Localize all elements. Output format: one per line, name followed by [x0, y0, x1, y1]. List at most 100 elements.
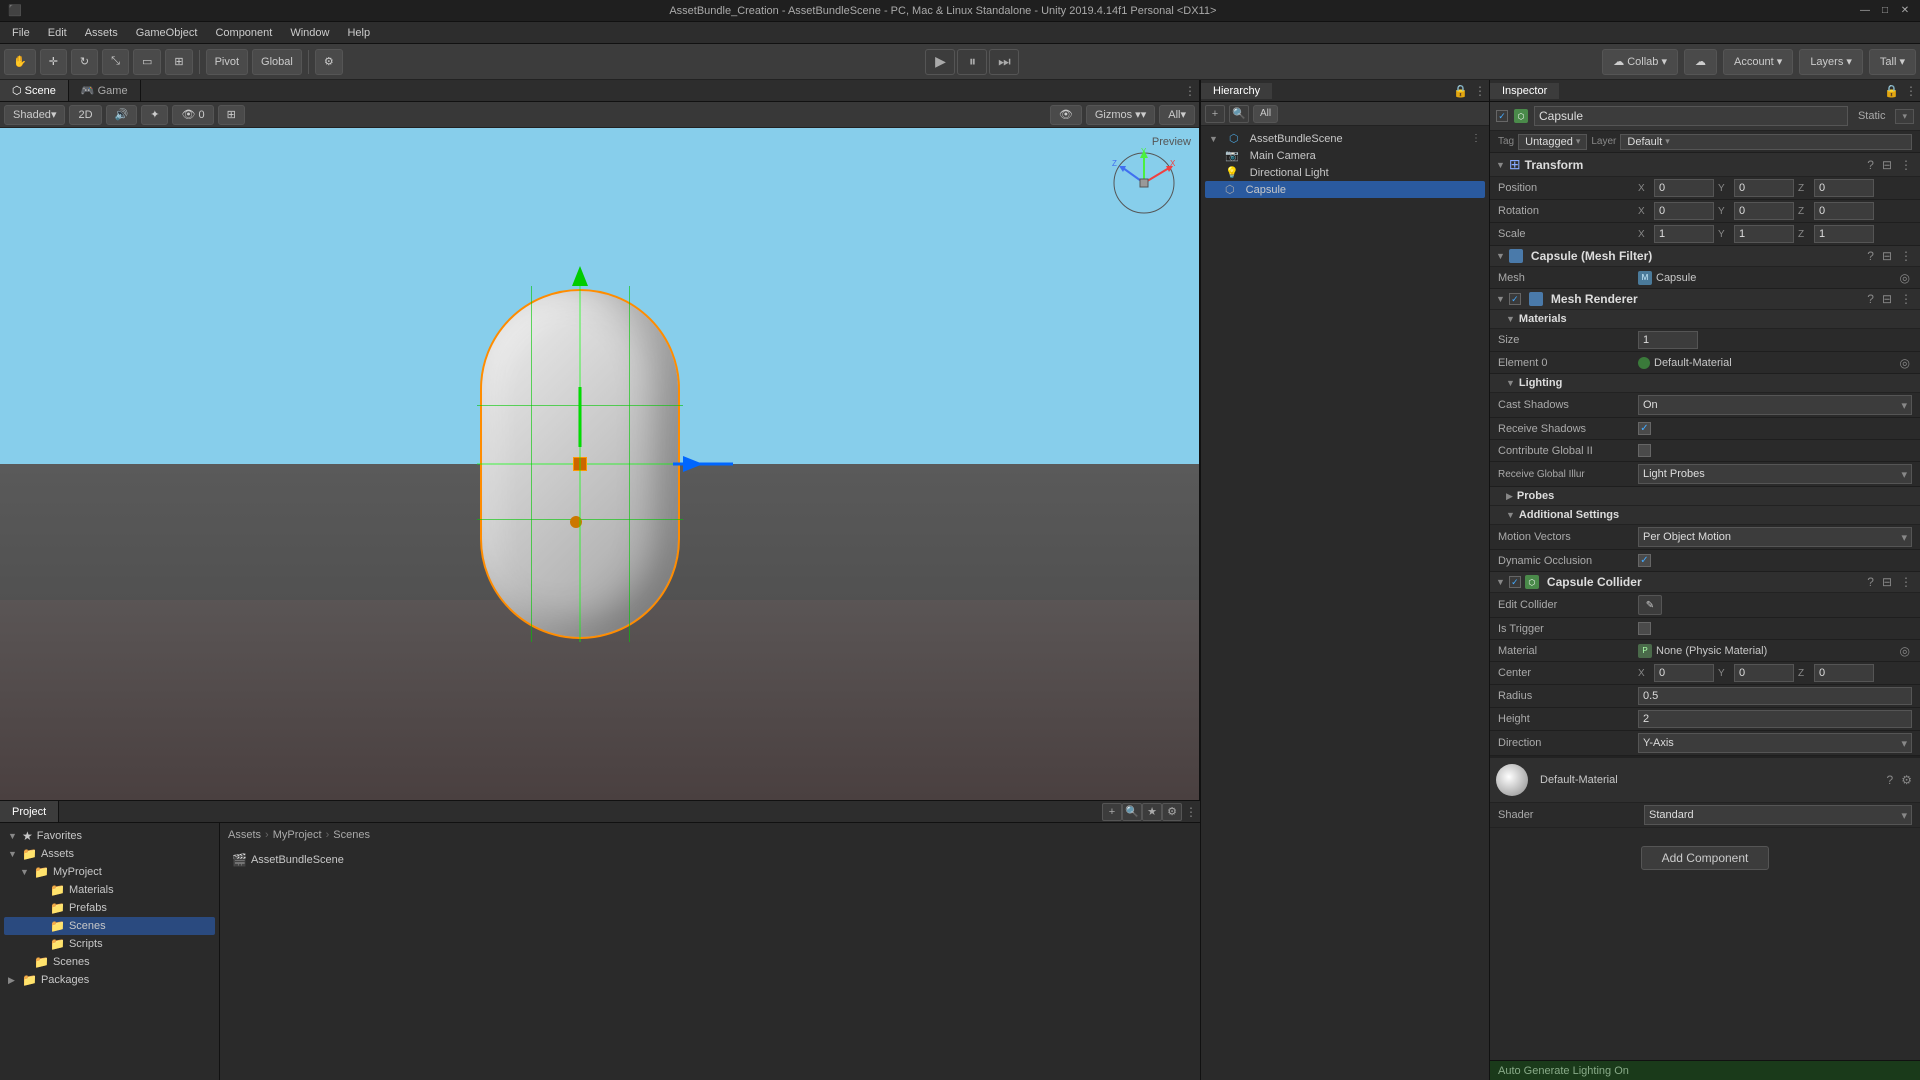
- gameobject-active-checkbox[interactable]: [1496, 110, 1508, 122]
- breadcrumb-myproject[interactable]: MyProject: [273, 829, 322, 841]
- scenes-item[interactable]: 📁 Scenes: [4, 917, 215, 935]
- hierarchy-menu[interactable]: ⋮: [1471, 84, 1489, 98]
- menu-gameobject[interactable]: GameObject: [128, 25, 206, 41]
- scale-x-field[interactable]: [1654, 225, 1714, 243]
- collab-button[interactable]: ☁ Collab ▾: [1602, 49, 1678, 75]
- center-y-field[interactable]: [1734, 664, 1794, 682]
- minimize-button[interactable]: —: [1858, 4, 1872, 18]
- scale-tool-button[interactable]: ⤡: [102, 49, 129, 75]
- materials-item[interactable]: 📁 Materials: [4, 881, 215, 899]
- hidden-count[interactable]: 👁 0: [172, 105, 213, 125]
- move-tool-button[interactable]: ✛: [40, 49, 67, 75]
- mesh-renderer-section-header[interactable]: ▼ Mesh Renderer ? ⊟ ⋮: [1490, 289, 1920, 310]
- hierarchy-all-btn[interactable]: All: [1253, 105, 1278, 123]
- menu-assets[interactable]: Assets: [77, 25, 126, 41]
- menu-component[interactable]: Component: [207, 25, 280, 41]
- direction-dropdown[interactable]: Y-Axis: [1638, 733, 1912, 753]
- scene-tab[interactable]: ⬡ Scene: [0, 80, 69, 101]
- audio-toggle[interactable]: 🔊: [106, 105, 138, 125]
- center-x-field[interactable]: [1654, 664, 1714, 682]
- project-panel-menu[interactable]: ⋮: [1182, 805, 1200, 819]
- project-search-btn[interactable]: 🔍: [1122, 803, 1142, 821]
- mesh-filter-menu-btn[interactable]: ⋮: [1898, 249, 1914, 263]
- transform-section-header[interactable]: ▼ ⊞ Transform ? ⊟ ⋮: [1490, 153, 1920, 177]
- material-settings-btn[interactable]: ⚙: [1899, 773, 1914, 787]
- lighting-sub-header[interactable]: ▼ Lighting: [1490, 374, 1920, 393]
- rect-tool-button[interactable]: ▭: [133, 49, 161, 75]
- play-button[interactable]: ▶: [925, 49, 955, 75]
- window-controls[interactable]: — □ ✕: [1858, 4, 1912, 18]
- shading-mode-dropdown[interactable]: Shaded: [4, 105, 65, 125]
- account-button[interactable]: Account ▾: [1723, 49, 1793, 75]
- hierarchy-scene-item[interactable]: ▼ ⬡ AssetBundleScene ⋮: [1205, 130, 1485, 147]
- assetbundlescene-file[interactable]: 🎬 AssetBundleScene: [228, 851, 1192, 869]
- all-dropdown[interactable]: All: [1159, 105, 1195, 125]
- size-field[interactable]: [1638, 331, 1698, 349]
- scene-panel-menu[interactable]: ⋮: [1181, 84, 1199, 98]
- position-y-field[interactable]: [1734, 179, 1794, 197]
- scale-z-field[interactable]: [1814, 225, 1874, 243]
- hierarchy-capsule-item[interactable]: ⬡ Capsule: [1205, 181, 1485, 198]
- mesh-select-btn[interactable]: ◎: [1898, 271, 1912, 285]
- mesh-renderer-enabled[interactable]: [1509, 293, 1521, 305]
- gameobject-name-field[interactable]: [1534, 106, 1848, 126]
- close-button[interactable]: ✕: [1898, 4, 1912, 18]
- inspector-tab[interactable]: Inspector: [1490, 83, 1559, 99]
- project-tab[interactable]: Project: [0, 801, 59, 822]
- cloud-button[interactable]: ☁: [1684, 49, 1717, 75]
- capsule-collider-enabled[interactable]: [1509, 576, 1521, 588]
- breadcrumb-scenes[interactable]: Scenes: [333, 829, 370, 841]
- radius-field[interactable]: [1638, 687, 1912, 705]
- is-trigger-checkbox[interactable]: [1638, 622, 1651, 635]
- extra-toggle[interactable]: ⊞: [218, 105, 245, 125]
- mesh-renderer-help-btn[interactable]: ?: [1865, 292, 1876, 306]
- hierarchy-add-btn[interactable]: +: [1205, 105, 1225, 123]
- viewport[interactable]: Preview: [0, 128, 1199, 800]
- inspector-lock[interactable]: 🔒: [1881, 84, 1902, 98]
- mesh-filter-section-header[interactable]: ▼ Capsule (Mesh Filter) ? ⊟ ⋮: [1490, 246, 1920, 267]
- transform-tool-button[interactable]: ⊞: [165, 49, 192, 75]
- global-button[interactable]: Global: [252, 49, 302, 75]
- dynamic-occlusion-checkbox[interactable]: [1638, 554, 1651, 567]
- shader-dropdown[interactable]: Standard: [1644, 805, 1912, 825]
- materials-sub-header[interactable]: ▼ Materials: [1490, 310, 1920, 329]
- layer-dropdown[interactable]: Default: [1620, 134, 1912, 150]
- effects-toggle[interactable]: ✦: [141, 105, 168, 125]
- game-tab[interactable]: 🎮 Game: [69, 80, 141, 101]
- project-fav-btn[interactable]: ★: [1142, 803, 1162, 821]
- hierarchy-search-btn[interactable]: 🔍: [1229, 105, 1249, 123]
- transform-preset-btn[interactable]: ⊟: [1880, 158, 1894, 172]
- center-z-field[interactable]: [1814, 664, 1874, 682]
- hand-tool-button[interactable]: ✋: [4, 49, 36, 75]
- mesh-filter-preset-btn[interactable]: ⊟: [1880, 249, 1894, 263]
- scenes2-item[interactable]: 📁 Scenes: [4, 953, 215, 971]
- project-lock-btn[interactable]: ⚙: [1162, 803, 1182, 821]
- hierarchy-light-item[interactable]: 💡 Directional Light: [1205, 164, 1485, 181]
- 2d-toggle[interactable]: 2D: [69, 105, 101, 125]
- layers-button[interactable]: Layers ▾: [1799, 49, 1863, 75]
- maximize-button[interactable]: □: [1878, 4, 1892, 18]
- add-component-button[interactable]: Add Component: [1641, 846, 1770, 870]
- view-gizmo[interactable]: Y X Z: [1109, 148, 1179, 218]
- rotation-x-field[interactable]: [1654, 202, 1714, 220]
- scale-y-field[interactable]: [1734, 225, 1794, 243]
- capsule-collider-menu-btn[interactable]: ⋮: [1898, 575, 1914, 589]
- material-help-btn[interactable]: ?: [1885, 773, 1896, 787]
- pause-button[interactable]: ⏸: [957, 49, 987, 75]
- menu-edit[interactable]: Edit: [40, 25, 75, 41]
- position-z-field[interactable]: [1814, 179, 1874, 197]
- hierarchy-lock[interactable]: 🔒: [1450, 84, 1471, 98]
- contribute-gi-checkbox[interactable]: [1638, 444, 1651, 457]
- cast-shadows-dropdown[interactable]: On: [1638, 395, 1912, 415]
- menu-file[interactable]: File: [4, 25, 38, 41]
- hierarchy-tab[interactable]: Hierarchy: [1201, 83, 1272, 99]
- static-dropdown[interactable]: [1895, 109, 1914, 124]
- breadcrumb-assets[interactable]: Assets: [228, 829, 261, 841]
- assets-item[interactable]: ▼ 📁 Assets: [4, 845, 215, 863]
- layout-button[interactable]: Tall ▾: [1869, 49, 1916, 75]
- transform-menu-btn[interactable]: ⋮: [1898, 158, 1914, 172]
- packages-item[interactable]: ▶ 📁 Packages: [4, 971, 215, 989]
- pivot-button[interactable]: Pivot: [206, 49, 248, 75]
- menu-window[interactable]: Window: [282, 25, 337, 41]
- transform-help-btn[interactable]: ?: [1865, 158, 1876, 172]
